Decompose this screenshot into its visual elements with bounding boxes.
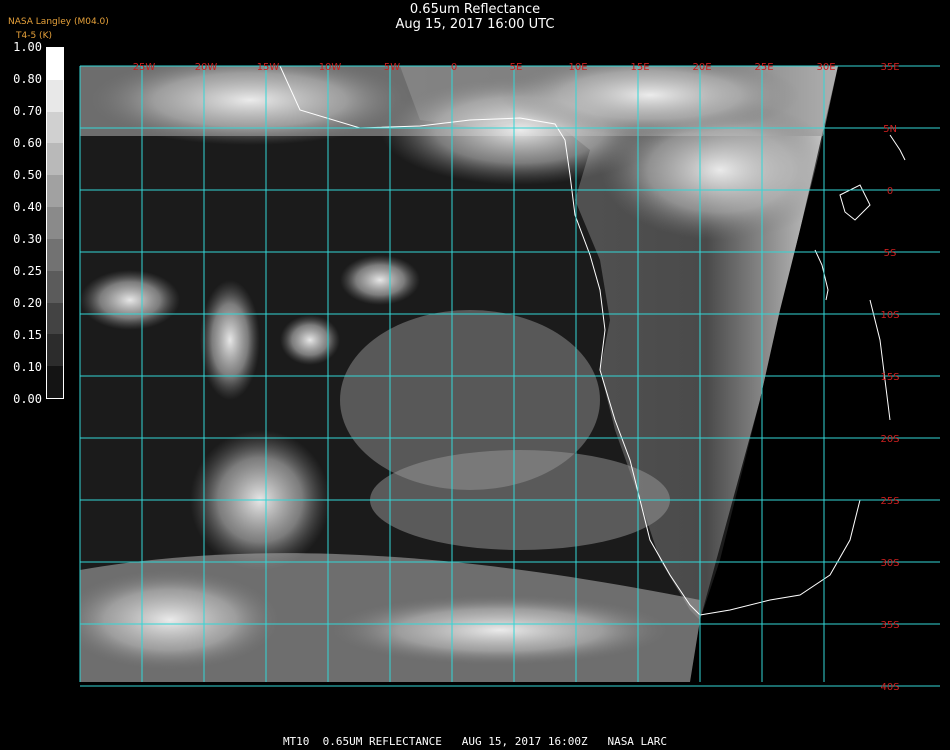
grid-label: 25S bbox=[880, 496, 899, 507]
lake-outline bbox=[889, 134, 906, 161]
grid-label: 5S bbox=[884, 248, 897, 259]
grid-label: 5N bbox=[883, 124, 897, 135]
grid-label: 0 bbox=[887, 186, 893, 197]
grid-label: 5W bbox=[384, 62, 400, 73]
grid-label: 10W bbox=[319, 62, 342, 73]
grid-label: 0 bbox=[451, 62, 457, 73]
grid-label: 30S bbox=[880, 558, 899, 569]
lake-outline bbox=[814, 249, 829, 301]
cloud-mass bbox=[80, 570, 280, 670]
grid-label: 15S bbox=[880, 372, 899, 383]
grid-label: 15W bbox=[257, 62, 280, 73]
grid-label: 5E bbox=[510, 62, 523, 73]
cloud-streak bbox=[200, 280, 260, 400]
grid-label: 35S bbox=[880, 620, 899, 631]
cloud-streak bbox=[340, 255, 420, 305]
grid-label: 40S bbox=[880, 682, 899, 693]
grid-label: 10S bbox=[880, 310, 899, 321]
grid-label: 15E bbox=[630, 62, 649, 73]
grid-label: 35E bbox=[880, 62, 899, 73]
grid-label: 30E bbox=[816, 62, 835, 73]
cloud-mass bbox=[330, 595, 670, 665]
grid-label: 10E bbox=[568, 62, 587, 73]
grid-label: 20S bbox=[880, 434, 899, 445]
grid-label: 25E bbox=[754, 62, 773, 73]
footer-caption: MT10 0.65UM REFLECTANCE AUG 15, 2017 16:… bbox=[282, 735, 668, 748]
grid-label: 20E bbox=[692, 62, 711, 73]
satellite-map: 25W 20W 15W 10W 5W 0 5E 10E 15E 20E 25E 30E 35E 5N 0 5S… bbox=[79, 62, 940, 693]
cloud-streak bbox=[280, 315, 340, 365]
cloud-streak bbox=[80, 270, 180, 330]
grid-label: 20W bbox=[195, 62, 218, 73]
grid-label: 25W bbox=[133, 62, 156, 73]
